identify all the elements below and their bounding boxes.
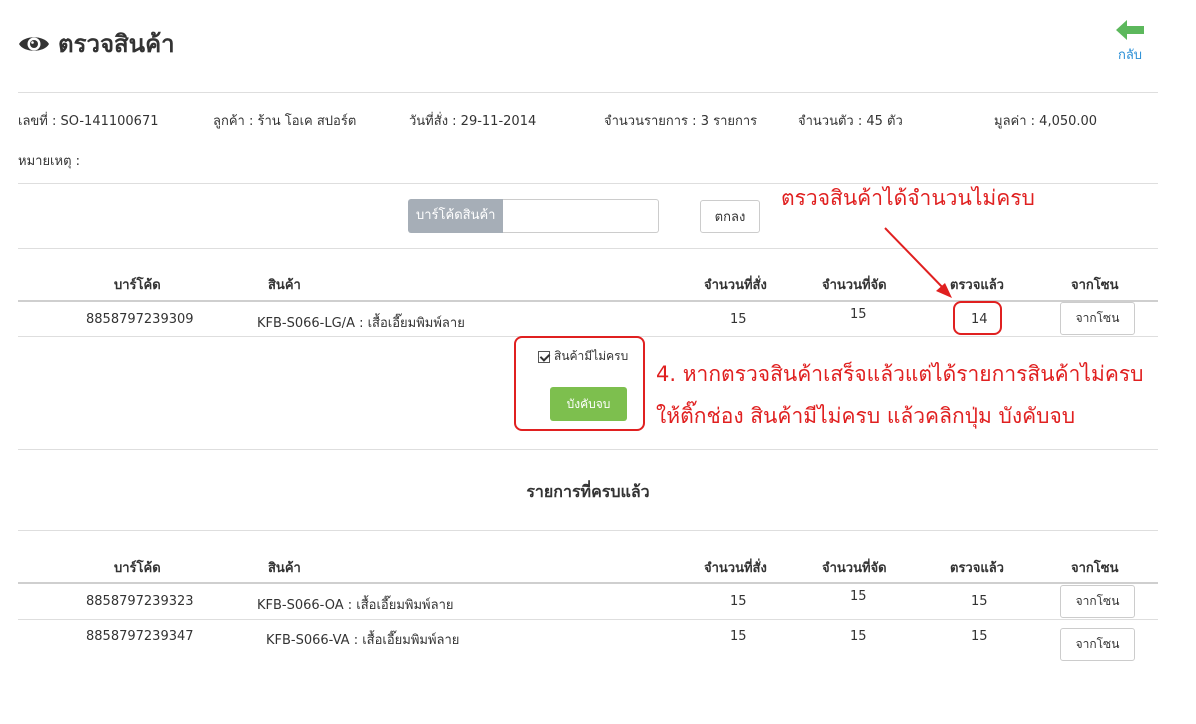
barcode-cell: 8858797239309	[86, 312, 194, 327]
divider	[18, 530, 1158, 531]
picked-cell: 15	[850, 589, 867, 604]
col-ordered: จำนวนที่สั่ง	[704, 561, 767, 576]
completed-section-title: รายการที่ครบแล้ว	[526, 482, 650, 501]
product-cell: KFB-S066-LG/A : เสื้อเอี๊ยมพิมพ์ลาย	[257, 316, 465, 331]
ordered-cell: 15	[730, 312, 747, 327]
barcode-cell: 8858797239323	[86, 594, 194, 609]
order-date: วันที่สั่ง : 29-11-2014	[409, 114, 537, 129]
customer: ลูกค้า : ร้าน โอเค สปอร์ต	[213, 114, 357, 129]
barcode-cell: 8858797239347	[86, 629, 194, 644]
divider	[18, 92, 1158, 93]
col-picked: จำนวนที่จัด	[822, 278, 887, 293]
incomplete-checkbox-label: สินค้ามีไม่ครบ	[554, 349, 629, 363]
arrow-left-icon	[1116, 20, 1144, 40]
eye-icon	[19, 36, 49, 51]
order-note: หมายเหตุ :	[18, 154, 81, 169]
product-cell: KFB-S066-OA : เสื้อเอี๊ยมพิมพ์ลาย	[257, 598, 454, 613]
incomplete-checkbox[interactable]	[538, 350, 550, 363]
annotation-line1: 4. หากตรวจสินค้าเสร็จแล้วแต่ได้รายการสิน…	[656, 362, 1144, 386]
page-title: ตรวจสินค้า	[58, 30, 175, 58]
incomplete-checkbox-row[interactable]: สินค้ามีไม่ครบ	[538, 347, 628, 366]
item-count: จำนวนรายการ : 3 รายการ	[604, 114, 758, 129]
checked-cell: 15	[971, 629, 988, 644]
picked-cell: 15	[850, 629, 867, 644]
barcode-input[interactable]	[503, 199, 660, 233]
col-ordered: จำนวนที่สั่ง	[704, 278, 767, 293]
divider	[18, 449, 1158, 450]
force-finish-button[interactable]: บังคับจบ	[550, 387, 627, 421]
col-product: สินค้า	[268, 278, 301, 293]
checked-highlight	[953, 301, 1002, 335]
divider	[18, 248, 1158, 249]
checked-cell: 15	[971, 594, 988, 609]
page-header: ตรวจสินค้า	[18, 24, 175, 63]
back-label: กลับ	[1117, 48, 1143, 63]
annotation-line2: ให้ติ๊กช่อง สินค้ามีไม่ครบ แล้วคลิกปุ่ม …	[656, 404, 1076, 428]
qty-count: จำนวนตัว : 45 ตัว	[798, 114, 903, 129]
ok-button[interactable]: ตกลง	[700, 200, 760, 233]
from-zone-button[interactable]: จากโซน	[1060, 628, 1135, 661]
ordered-cell: 15	[730, 594, 747, 609]
col-checked: ตรวจแล้ว	[950, 561, 1004, 576]
from-zone-button[interactable]: จากโซน	[1060, 302, 1135, 335]
col-picked: จำนวนที่จัด	[822, 561, 887, 576]
table-header-divider	[18, 582, 1158, 584]
barcode-search: บาร์โค้ดสินค้า	[408, 199, 660, 233]
annotation-arrow	[884, 227, 952, 298]
annotation-top: ตรวจสินค้าได้จำนวนไม่ครบ	[781, 186, 1035, 210]
picked-cell: 15	[850, 307, 867, 322]
divider	[18, 619, 1158, 620]
product-cell: KFB-S066-VA : เสื้อเอี๊ยมพิมพ์ลาย	[266, 633, 460, 648]
col-barcode: บาร์โค้ด	[114, 278, 161, 293]
back-button[interactable]: กลับ	[1112, 18, 1148, 65]
barcode-addon: บาร์โค้ดสินค้า	[408, 199, 504, 233]
col-zone: จากโซน	[1071, 278, 1119, 293]
col-product: สินค้า	[268, 561, 301, 576]
col-zone: จากโซน	[1071, 561, 1119, 576]
ordered-cell: 15	[730, 629, 747, 644]
col-barcode: บาร์โค้ด	[114, 561, 161, 576]
order-number: เลขที่ : SO-141100671	[18, 114, 159, 129]
from-zone-button[interactable]: จากโซน	[1060, 585, 1135, 618]
order-value: มูลค่า : 4,050.00	[994, 114, 1098, 129]
